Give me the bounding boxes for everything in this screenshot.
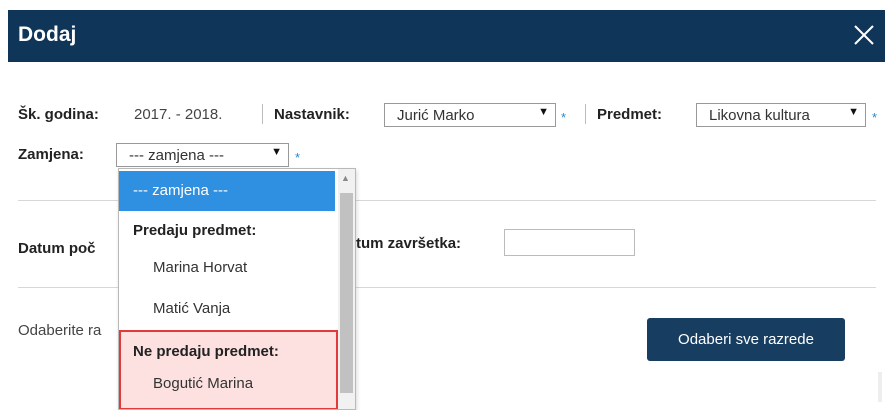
chevron-down-icon: ▼	[848, 106, 859, 118]
dropdown-option[interactable]: Marina Horvat	[119, 259, 355, 276]
required-icon: *	[872, 110, 878, 125]
school-year-value: 2017. - 2018.	[134, 106, 223, 123]
school-year-label: Šk. godina:	[18, 106, 99, 123]
required-icon: *	[561, 110, 567, 125]
teacher-select-value: Jurić Marko	[397, 107, 475, 124]
dialog-scrollbar[interactable]	[878, 372, 882, 402]
substitute-select-value: --- zamjena ---	[129, 147, 225, 164]
end-date-input[interactable]	[504, 229, 635, 256]
dropdown-option[interactable]: Matić Vanja	[119, 300, 355, 317]
dropdown-option-selected[interactable]: --- zamjena ---	[119, 171, 335, 211]
dialog-titlebar: Dodaj	[8, 10, 885, 62]
select-all-classes-button[interactable]: Odaberi sve razrede	[647, 318, 845, 361]
dropdown-group-not-teaching: Ne predaju predmet:	[133, 343, 279, 360]
substitute-dropdown-list: --- zamjena --- Predaju predmet: Marina …	[118, 168, 356, 410]
subject-label: Predmet:	[597, 106, 663, 123]
close-icon[interactable]	[849, 20, 879, 50]
dropdown-option[interactable]: Bogutić Marina	[119, 375, 355, 392]
dialog-title: Dodaj	[18, 23, 77, 46]
subject-select-value: Likovna kultura	[709, 107, 810, 124]
substitute-select[interactable]: --- zamjena --- ▼	[116, 143, 289, 167]
scrollbar-thumb[interactable]	[340, 193, 353, 393]
subject-select[interactable]: Likovna kultura ▼	[696, 103, 866, 127]
substitute-label: Zamjena:	[18, 146, 84, 163]
required-icon: *	[295, 150, 301, 165]
divider	[262, 104, 263, 124]
divider	[585, 104, 586, 124]
chevron-down-icon: ▼	[538, 106, 549, 118]
teacher-select[interactable]: Jurić Marko ▼	[384, 103, 556, 127]
not-teaching-highlight	[119, 330, 338, 409]
end-date-label: tum završetka:	[356, 235, 462, 252]
chevron-down-icon: ▼	[271, 146, 282, 158]
dropdown-group-teaching: Predaju predmet:	[133, 222, 257, 239]
classes-prompt: Odaberite ra	[18, 322, 102, 339]
dropdown-scrollbar[interactable]: ▲	[338, 169, 355, 409]
start-date-label: Datum poč	[18, 240, 96, 257]
teacher-label: Nastavnik:	[274, 106, 350, 123]
chevron-up-icon[interactable]: ▲	[341, 173, 350, 183]
